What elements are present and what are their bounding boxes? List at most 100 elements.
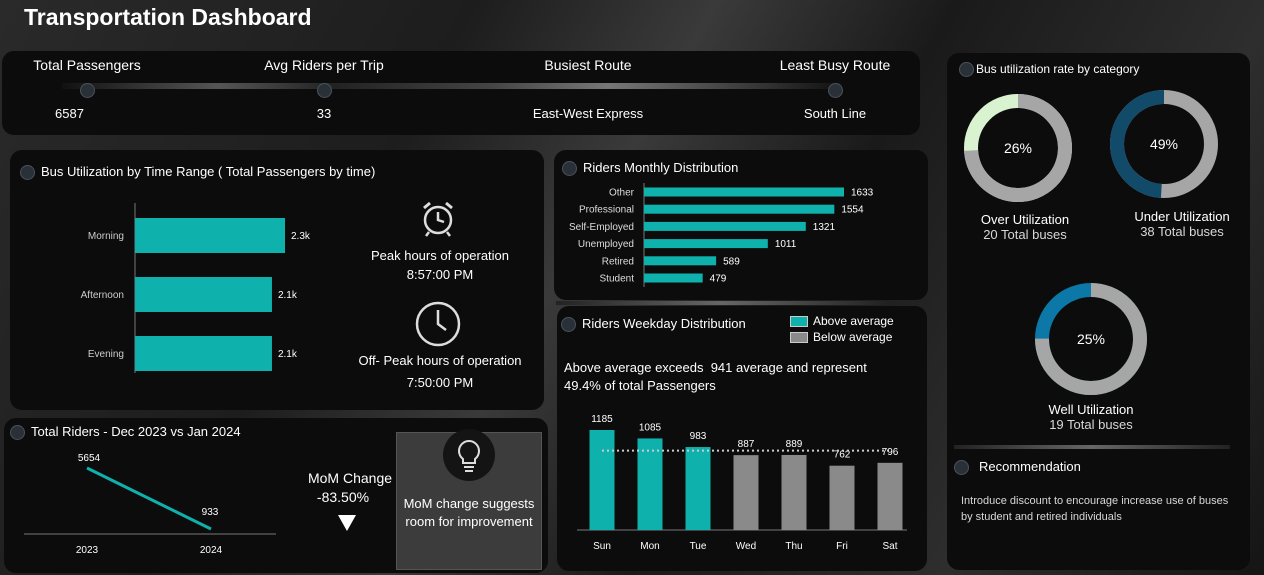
peak-hours-value: 8:57:00 PM: [406, 267, 474, 282]
panel-dot-icon: [561, 317, 576, 333]
total-riders-line-chart: 5654 933 2023 2024: [24, 453, 276, 556]
under-utilization-label: Under Utilization 38 Total buses: [1117, 209, 1247, 239]
legend-above: Above average: [790, 314, 894, 328]
weekday-title: Riders Weekday Distribution: [561, 316, 746, 333]
weekday-category-label: Thu: [785, 541, 802, 552]
down-triangle-icon: [338, 515, 356, 531]
kpi-total-passengers: Total Passengers 6587: [0, 57, 187, 121]
well-pct: 25%: [1077, 331, 1105, 347]
legend-below: Below average: [790, 330, 894, 344]
well-utilization-donut: 25%: [1035, 283, 1147, 395]
page-title: Transportation Dashboard: [24, 4, 312, 30]
well-utilization-label: Well Utilization 19 Total buses: [1026, 402, 1156, 432]
monthly-bar: [644, 204, 835, 214]
panel-dot-icon: [959, 62, 974, 78]
time-category-label: Afternoon: [81, 290, 124, 301]
over-pct: 26%: [1004, 140, 1032, 156]
weekday-category-label: Sun: [593, 541, 611, 552]
line-category-label: 2023: [76, 545, 99, 556]
offpeak-hours-value: 7:50:00 PM: [406, 375, 474, 390]
weekday-bar: [829, 465, 855, 530]
weekday-category-label: Fri: [836, 541, 848, 552]
weekday-data-label: 1185: [591, 414, 613, 425]
monthly-category-label: Professional: [579, 205, 634, 216]
weekday-bar: [589, 430, 615, 530]
kpi-dot-icon: [827, 83, 843, 98]
well-sub: 19 Total buses: [1049, 417, 1133, 432]
under-utilization-donut: 49%: [1110, 90, 1218, 198]
monthly-data-label: 1321: [813, 222, 836, 233]
legend-below-label: Below average: [813, 330, 893, 344]
time-data-label: 2.1k: [278, 290, 298, 301]
under-sub: 38 Total buses: [1140, 224, 1224, 239]
kpi-label: Total Passengers: [33, 57, 141, 73]
utilization-panel: Bus utilization rate by category 26% Ove…: [947, 53, 1250, 570]
clock-icon: [415, 301, 461, 347]
line-data-label: 5654: [78, 453, 101, 464]
monthly-bar: [644, 239, 768, 249]
time-range-title: Bus Utilization by Time Range ( Total Pa…: [20, 164, 376, 181]
time-range-chart: Morning 2.3k Afternoon 2.1k Evening 2.1k: [81, 203, 311, 373]
legend-swatch-gray: [790, 332, 808, 344]
time-category-label: Evening: [88, 349, 124, 360]
weekday-note-1: Above average exceeds 941 average and re…: [564, 360, 867, 375]
monthly-data-label: 1554: [841, 205, 864, 216]
under-pct: 49%: [1150, 136, 1178, 152]
under-label: Under Utilization: [1134, 209, 1230, 224]
weekday-panel: Riders Weekday Distribution Above averag…: [557, 306, 927, 571]
time-range-panel: Bus Utilization by Time Range ( Total Pa…: [10, 150, 544, 410]
time-data-label: 2.1k: [278, 349, 298, 360]
kpi-dot-icon: [316, 83, 332, 98]
recommendation-title: Recommendation: [954, 459, 1081, 476]
alarm-clock-icon: [423, 201, 453, 237]
monthly-data-label: 479: [710, 274, 727, 285]
utilization-title-text: Bus utilization rate by category: [976, 62, 1140, 76]
time-range-title-text: Bus Utilization by Time Range ( Total Pa…: [41, 164, 376, 179]
well-label: Well Utilization: [1048, 402, 1134, 417]
kpi-panel: Total Passengers 6587 Avg Riders per Tri…: [2, 51, 920, 135]
over-utilization-donut: 26%: [964, 94, 1072, 202]
over-sub: 20 Total buses: [983, 227, 1067, 242]
kpi-value: South Line: [803, 106, 867, 121]
time-data-label: 2.3k: [291, 231, 311, 242]
panel-dot-icon: [10, 425, 25, 441]
monthly-title: Riders Monthly Distribution: [562, 160, 739, 177]
kpi-value: East-West Express: [532, 106, 644, 121]
monthly-bar: [644, 221, 806, 231]
mom-change-label: MoM Change: [307, 470, 393, 486]
monthly-title-text: Riders Monthly Distribution: [583, 160, 739, 175]
peak-hours-label: Peak hours of operation: [370, 248, 510, 263]
recommendation-title-text: Recommendation: [979, 459, 1081, 474]
utilization-title: Bus utilization rate by category: [959, 61, 1140, 78]
panel-dot-icon: [562, 161, 577, 177]
weekday-note-2: 49.4% of total Passengers: [564, 378, 716, 393]
recommendation-separator: [954, 445, 1230, 449]
weekday-data-label: 887: [738, 439, 755, 450]
weekday-category-label: Tue: [690, 541, 707, 552]
weekday-data-label: 983: [690, 431, 707, 442]
monthly-data-label: 589: [723, 256, 740, 267]
total-riders-title: Total Riders - Dec 2023 vs Jan 2024: [10, 424, 241, 441]
weekday-bar: [781, 454, 807, 530]
time-bar: [135, 336, 272, 371]
lightbulb-icon: [458, 439, 480, 472]
kpi-label: Least Busy Route: [779, 57, 891, 73]
monthly-bar: [644, 256, 717, 266]
line-data-label: 933: [202, 507, 219, 518]
monthly-panel: Riders Monthly Distribution Other 1633 Pro…: [554, 150, 928, 300]
total-riders-title-text: Total Riders - Dec 2023 vs Jan 2024: [31, 424, 241, 439]
legend-above-label: Above average: [813, 314, 894, 328]
monthly-data-label: 1011: [775, 239, 797, 250]
weekday-category-label: Wed: [736, 541, 756, 552]
kpi-avg-riders: Avg Riders per Trip 33: [224, 57, 424, 121]
kpi-least-busy-route: Least Busy Route South Line: [735, 57, 935, 121]
mom-change-value: -83.50%: [316, 489, 370, 505]
weekday-category-label: Mon: [640, 541, 659, 552]
total-riders-panel: Total Riders - Dec 2023 vs Jan 2024 5654…: [4, 418, 548, 573]
recommendation-text: Introduce discount to encourage increase…: [961, 495, 1229, 523]
weekday-category-label: Sat: [882, 541, 897, 552]
monthly-category-label: Other: [609, 188, 635, 199]
time-category-label: Morning: [88, 231, 124, 242]
weekday-legend: Above average Below average: [790, 314, 894, 344]
monthly-bar: [644, 187, 844, 197]
